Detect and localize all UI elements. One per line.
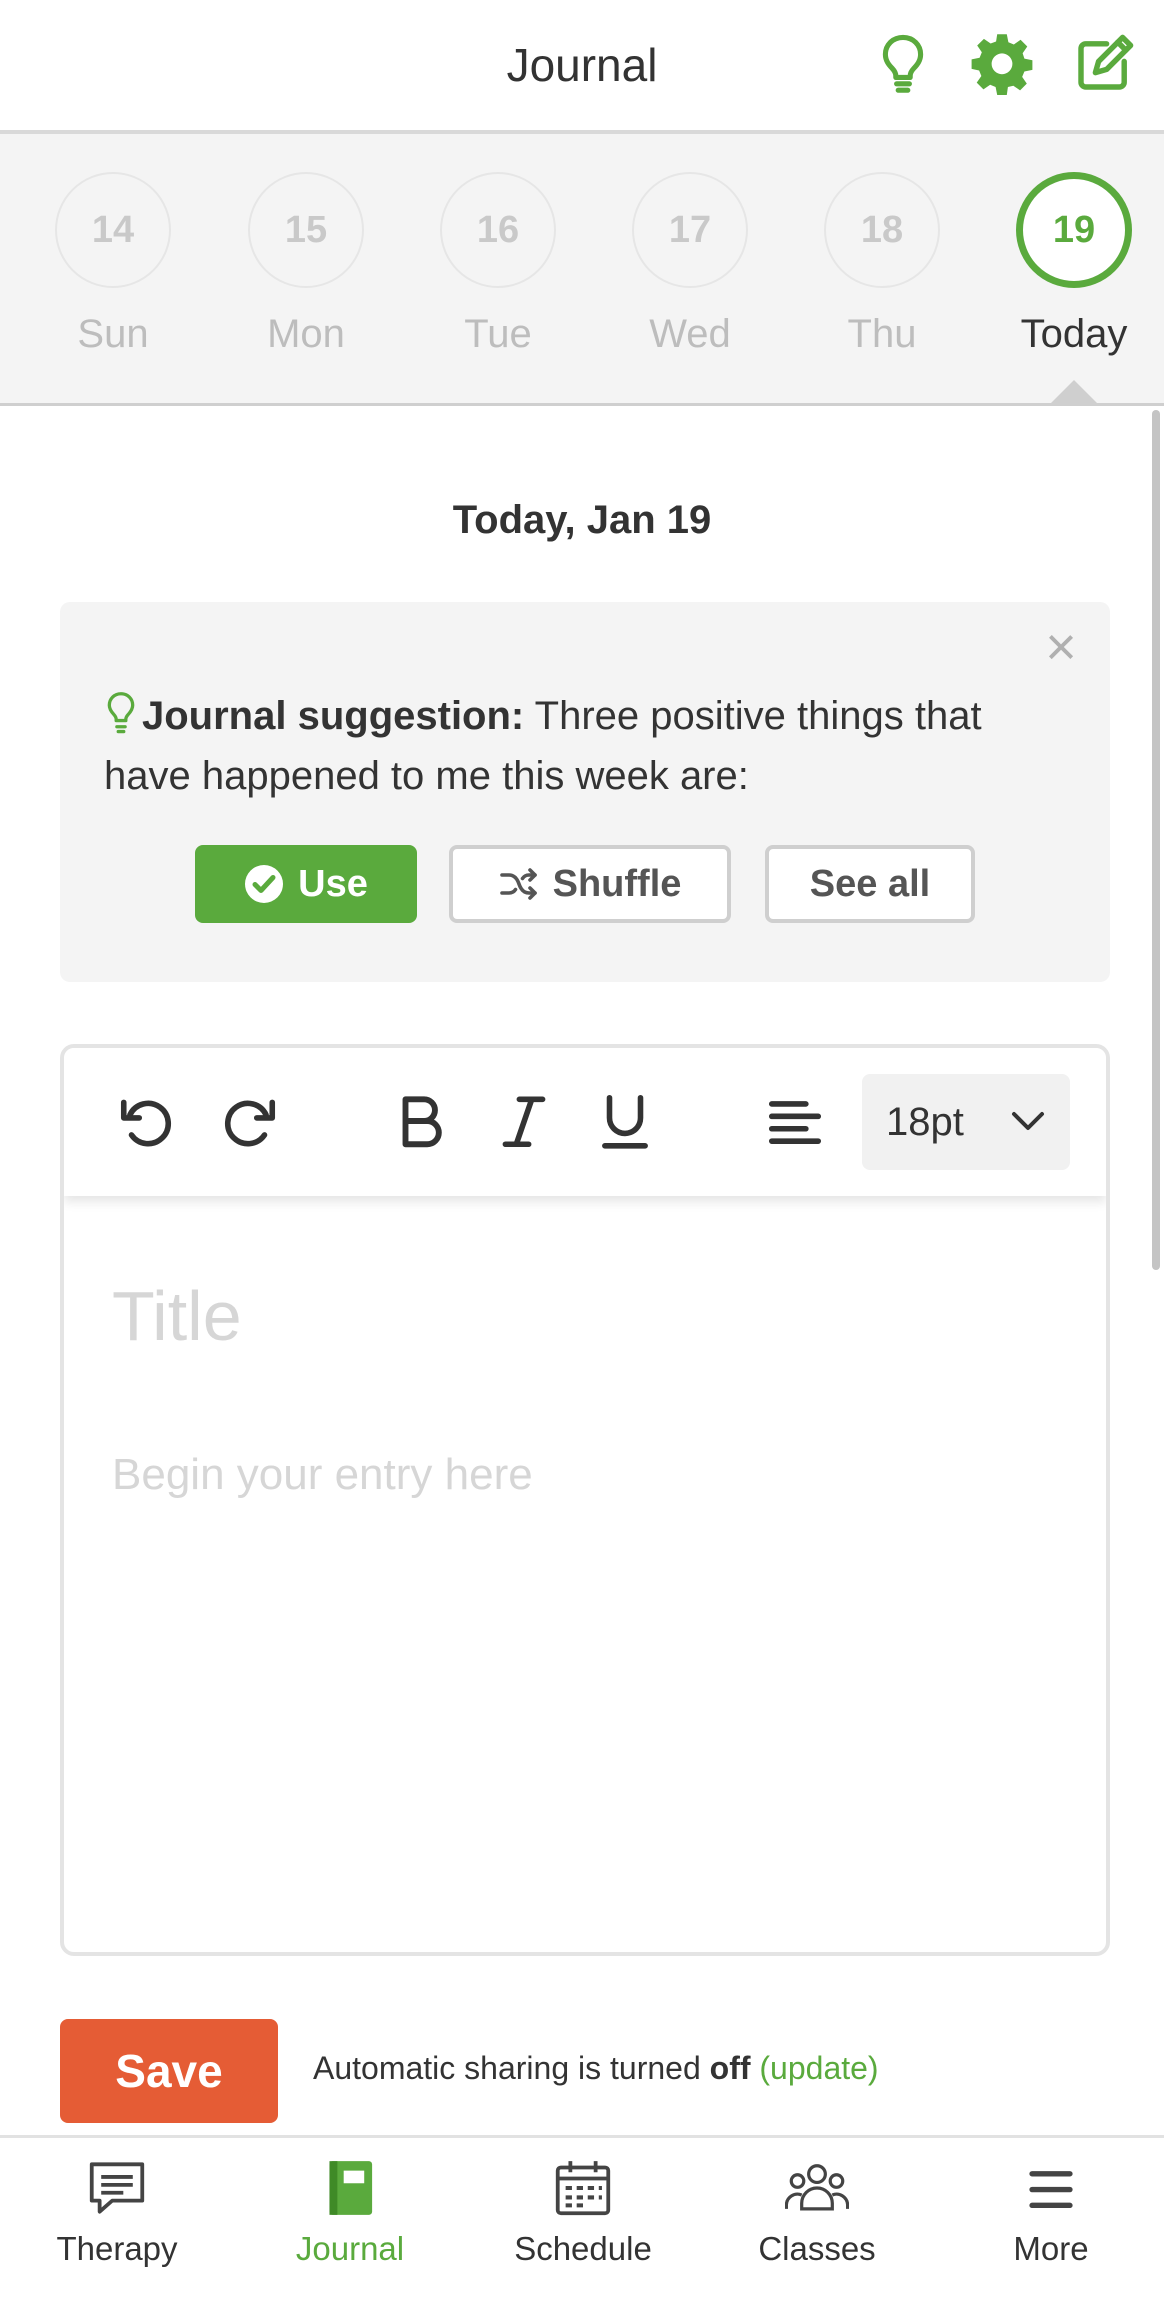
gear-icon[interactable] <box>967 28 1037 98</box>
entry-body-input[interactable]: Begin your entry here <box>112 1450 533 1500</box>
sharing-prefix: Automatic sharing is turned <box>313 2050 710 2086</box>
use-label: Use <box>298 862 368 905</box>
redo-icon[interactable] <box>214 1086 284 1156</box>
journal-icon <box>329 2161 373 2215</box>
day-item[interactable]: 18 Thu <box>802 172 962 357</box>
day-number: 16 <box>440 172 556 288</box>
day-label: Thu <box>847 312 917 356</box>
entry-date-heading: Today, Jan 19 <box>452 498 712 542</box>
day-label: Sun <box>77 312 149 356</box>
journal-editor: 18pt Title Begin your entry here <box>60 1044 1110 1956</box>
chat-icon <box>89 2162 145 2214</box>
edit-icon[interactable] <box>1070 28 1140 98</box>
close-icon[interactable]: × <box>1036 620 1086 674</box>
sharing-state: off <box>709 2050 751 2086</box>
day-number: 18 <box>824 172 940 288</box>
day-label: Mon <box>267 312 345 356</box>
bottom-navigation: Therapy Journal Schedule Classes More <box>0 2135 1164 2299</box>
day-item[interactable]: 14 Sun <box>33 172 193 357</box>
nav-therapy[interactable]: Therapy <box>17 2158 217 2268</box>
use-button[interactable]: Use <box>195 845 417 923</box>
nav-label: Journal <box>295 2230 405 2267</box>
update-sharing-link[interactable]: (update) <box>759 2050 878 2086</box>
nav-more[interactable]: More <box>951 2158 1151 2268</box>
day-number: 15 <box>248 172 364 288</box>
group-icon <box>785 2164 849 2211</box>
day-number: 17 <box>632 172 748 288</box>
day-item[interactable]: 17 Wed <box>610 172 770 357</box>
nav-classes[interactable]: Classes <box>717 2158 917 2268</box>
shuffle-icon <box>499 868 537 900</box>
see-all-button[interactable]: See all <box>765 845 975 923</box>
suggestion-prefix: Journal suggestion: <box>142 694 525 738</box>
nav-label: Therapy <box>56 2230 178 2267</box>
shuffle-label: Shuffle <box>552 862 682 905</box>
day-label: Tue <box>464 312 532 356</box>
undo-icon[interactable] <box>112 1086 182 1156</box>
check-circle-icon <box>245 865 284 903</box>
day-label: Wed <box>649 312 731 356</box>
underline-icon[interactable] <box>590 1086 660 1156</box>
see-all-label: See all <box>809 862 931 905</box>
font-size-value: 18pt <box>886 1099 964 1144</box>
day-item[interactable]: 16 Tue <box>418 172 578 357</box>
font-size-select[interactable]: 18pt <box>862 1074 1070 1170</box>
day-item-today[interactable]: 19 Today <box>994 172 1154 357</box>
align-left-icon[interactable] <box>760 1086 830 1156</box>
nav-label: Classes <box>758 2230 876 2267</box>
nav-schedule[interactable]: Schedule <box>483 2158 683 2268</box>
lightbulb-icon[interactable] <box>868 28 938 98</box>
italic-icon[interactable] <box>489 1086 559 1156</box>
journal-suggestion-card: × Journal suggestion: Three positive thi… <box>60 602 1110 982</box>
save-button[interactable]: Save <box>60 2019 278 2123</box>
calendar-icon <box>555 2161 611 2216</box>
sharing-status: Automatic sharing is turned off (update) <box>313 2050 879 2087</box>
day-label: Today <box>1020 312 1128 356</box>
day-number: 14 <box>55 172 171 288</box>
bold-icon[interactable] <box>386 1086 456 1156</box>
shuffle-button[interactable]: Shuffle <box>449 845 731 923</box>
nav-label: Schedule <box>514 2230 652 2267</box>
suggestion-text: Journal suggestion: Three positive thing… <box>104 686 1064 806</box>
day-number: 19 <box>1016 172 1132 288</box>
day-item[interactable]: 15 Mon <box>226 172 386 357</box>
lightbulb-icon <box>107 692 135 734</box>
app-header: Journal <box>0 0 1164 134</box>
menu-icon <box>1029 2171 1073 2209</box>
selected-day-pointer <box>1050 380 1098 404</box>
nav-label: More <box>1013 2230 1089 2267</box>
week-date-strip: 14 Sun 15 Mon 16 Tue 17 Wed 18 Thu 19 To… <box>0 134 1164 406</box>
title-input[interactable]: Title <box>112 1276 242 1356</box>
nav-journal[interactable]: Journal <box>250 2158 450 2268</box>
chevron-down-icon <box>1012 1112 1044 1130</box>
editor-toolbar: 18pt <box>64 1048 1106 1196</box>
